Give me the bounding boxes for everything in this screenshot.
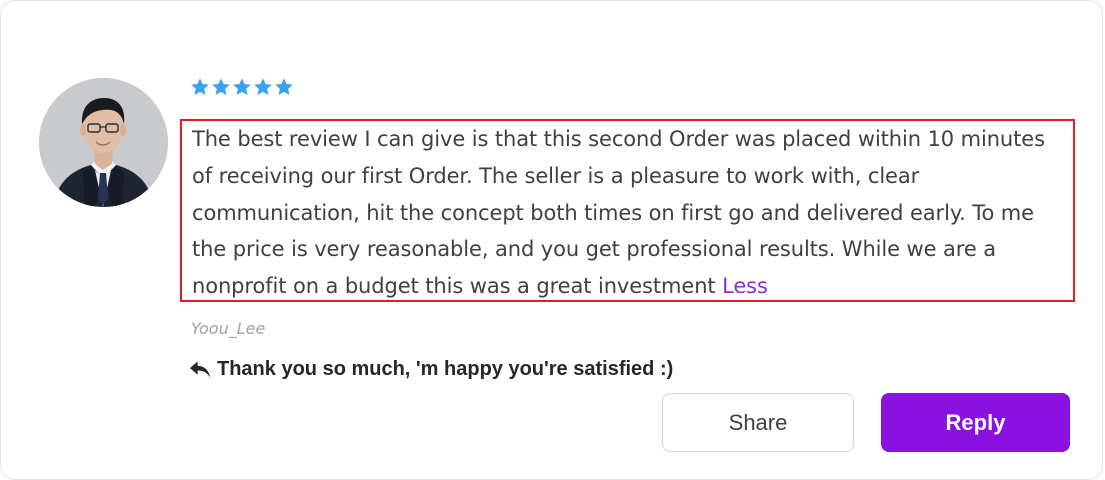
less-link[interactable]: Less xyxy=(722,274,768,298)
seller-reply-text: Thank you so much, 'm happy you're satis… xyxy=(217,358,674,380)
star-icon xyxy=(254,78,272,95)
share-button-label: Share xyxy=(728,409,788,435)
avatar xyxy=(39,78,168,207)
reply-button-label: Reply xyxy=(945,409,1006,435)
seller-reply: Thank you so much, 'm happy you're satis… xyxy=(189,358,673,381)
star-icon xyxy=(233,78,251,95)
star-icon xyxy=(275,78,293,95)
reviewer-name: Yoou_Lee xyxy=(191,319,266,338)
review-highlight-box: The best review I can give is that this … xyxy=(180,119,1075,302)
reply-button[interactable]: Reply xyxy=(881,393,1070,452)
review-card: The best review I can give is that this … xyxy=(0,0,1103,480)
review-body: The best review I can give is that this … xyxy=(192,127,1045,299)
star-icon xyxy=(212,78,230,95)
star-icon xyxy=(191,78,209,95)
avatar-portrait-image xyxy=(39,78,168,207)
review-text: The best review I can give is that this … xyxy=(192,121,1062,305)
star-rating xyxy=(190,77,294,99)
share-button[interactable]: Share xyxy=(662,393,854,452)
reply-arrow-icon xyxy=(189,360,211,378)
